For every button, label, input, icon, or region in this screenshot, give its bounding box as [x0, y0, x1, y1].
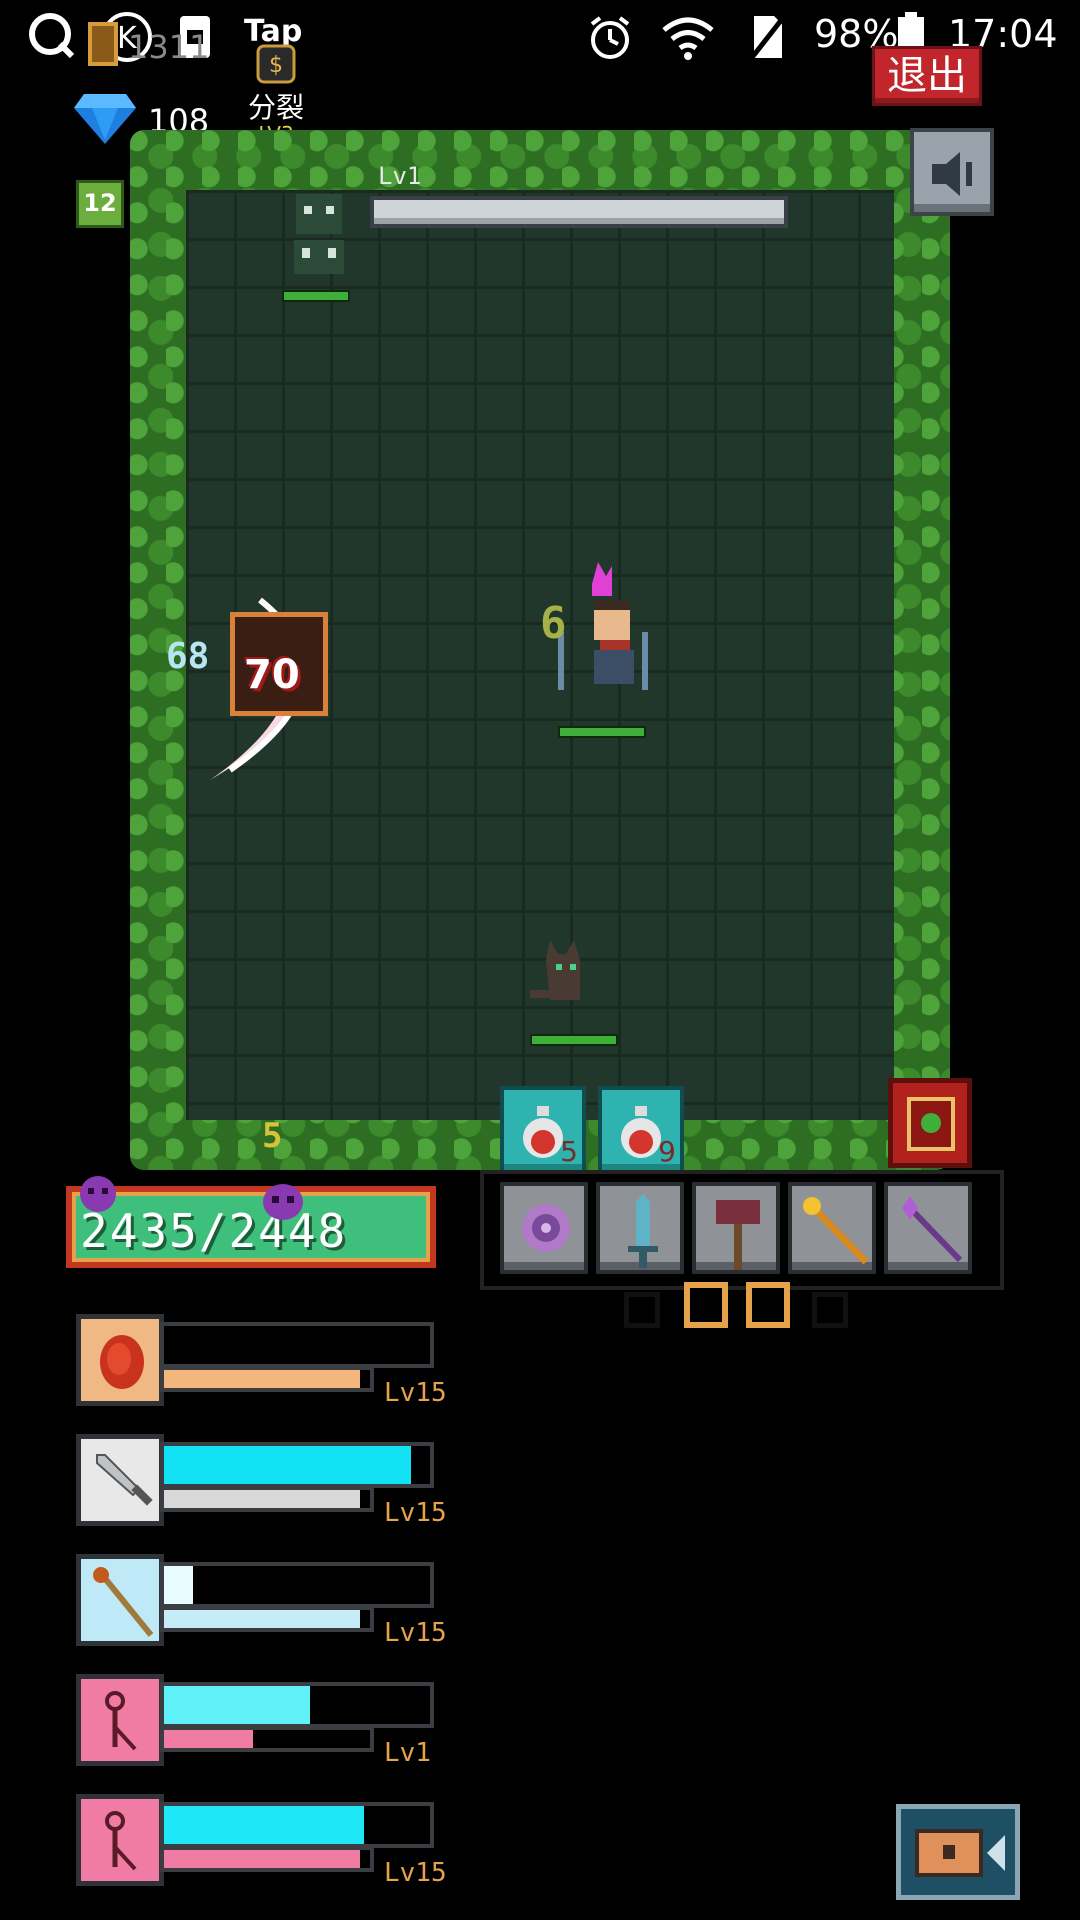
slot-shield[interactable] — [500, 1182, 588, 1274]
player-hp-mini — [558, 726, 646, 738]
inventory-chest-button[interactable] — [896, 1804, 1020, 1900]
stat-row: Lv15 — [76, 1794, 456, 1888]
chest-icon — [915, 1829, 1005, 1877]
sound-button[interactable] — [910, 128, 994, 216]
player-hp-panel: 2435/2448 — [66, 1186, 436, 1268]
stat-level: Lv1 — [384, 1738, 431, 1768]
skull-icon-right — [263, 1184, 303, 1220]
stat-bar-sub — [160, 1606, 374, 1632]
slot-indicator-2 — [684, 1282, 728, 1328]
stat-icon-box — [76, 1674, 164, 1766]
round-shield-icon — [522, 1204, 570, 1252]
stat-bar-main — [160, 1562, 434, 1608]
hammer-icon — [716, 1200, 760, 1270]
level-badge: 12 — [76, 180, 124, 228]
sword-icon — [96, 1454, 153, 1506]
ghost-enemy — [294, 194, 344, 274]
stat-bar-main — [160, 1802, 434, 1848]
alarm-icon — [590, 16, 630, 59]
no-sim-icon — [748, 12, 788, 62]
player-number: 6 — [540, 598, 567, 649]
side-number: 68 — [166, 636, 210, 677]
stat-row: Lv15 — [76, 1314, 456, 1408]
stat-icon-box — [76, 1314, 164, 1406]
stat-list: Lv15 Lv15 Lv15 Lv1 Lv15 — [76, 1314, 456, 1894]
stat-bar-sub — [160, 1846, 374, 1872]
purple-wand-icon — [902, 1196, 963, 1263]
red-potion-icon — [523, 1106, 563, 1158]
exit-button[interactable]: 退出 — [872, 46, 982, 106]
red-potion-icon — [621, 1106, 661, 1158]
slot-indicator-3 — [746, 1282, 790, 1328]
gem-icon — [74, 94, 136, 144]
cat-companion — [530, 940, 580, 1000]
spellbook-button[interactable] — [888, 1078, 972, 1168]
stat-icon-box — [76, 1434, 164, 1526]
enemy-level-label: Lv1 — [378, 162, 422, 190]
stat-row: Lv1 — [76, 1674, 456, 1768]
stat-icon-box — [76, 1794, 164, 1886]
stat-level: Lv15 — [384, 1378, 447, 1408]
potion-slot-2[interactable]: 9 — [598, 1086, 684, 1174]
stat-bar-main — [160, 1322, 434, 1368]
wand-icon — [105, 1691, 137, 1751]
stat-icon-box — [76, 1554, 164, 1646]
stat-level: Lv15 — [384, 1618, 447, 1648]
floor-number: 5 — [262, 1116, 283, 1156]
svg-text:$: $ — [269, 53, 283, 78]
stat-row: Lv15 — [76, 1434, 456, 1528]
speaker-icon — [932, 152, 972, 196]
cat-hp-mini — [530, 1034, 618, 1046]
slot-hammer[interactable] — [692, 1182, 780, 1274]
enemy-level-bar — [370, 196, 788, 228]
golden-staff-icon — [803, 1197, 869, 1265]
slot-staff[interactable] — [788, 1182, 876, 1274]
stat-bar-sub — [160, 1486, 374, 1512]
potion-count-1: 5 — [560, 1135, 578, 1168]
level-badge-number: 12 — [83, 189, 117, 217]
spellbook-icon — [907, 1097, 955, 1151]
staff-icon — [93, 1567, 154, 1637]
q-app-icon — [29, 13, 75, 59]
potion-slot-1[interactable]: 5 — [500, 1086, 586, 1174]
damage-number: 70 — [244, 652, 300, 698]
shield-orb-icon — [100, 1335, 144, 1389]
slot-indicator-1 — [624, 1292, 660, 1328]
stat-bar-main — [160, 1682, 434, 1728]
slot-indicator-4 — [812, 1292, 848, 1328]
coin-book-icon — [88, 22, 118, 66]
stat-level: Lv15 — [384, 1498, 447, 1528]
player-character — [558, 562, 648, 690]
potion-count-2: 9 — [658, 1135, 676, 1168]
coin-bag-icon: $ — [256, 44, 296, 84]
sword-icon — [628, 1194, 658, 1268]
stat-bar-sub — [160, 1726, 374, 1752]
slot-sword[interactable] — [596, 1182, 684, 1274]
stat-level: Lv15 — [384, 1858, 447, 1888]
slot-wand[interactable] — [884, 1182, 972, 1274]
wand-icon — [105, 1811, 137, 1871]
stat-row: Lv15 — [76, 1554, 456, 1648]
skill-name: 分裂 — [247, 91, 304, 124]
coin-count: 1311 — [128, 28, 210, 66]
skull-icon-left — [80, 1176, 116, 1212]
exit-label: 退出 — [887, 53, 967, 99]
wifi-icon — [662, 17, 714, 60]
coin-counter: 1311 — [84, 20, 209, 68]
stat-bar-sub — [160, 1366, 374, 1392]
ghost-enemy-hp — [282, 290, 350, 302]
stat-bar-main — [160, 1442, 434, 1488]
